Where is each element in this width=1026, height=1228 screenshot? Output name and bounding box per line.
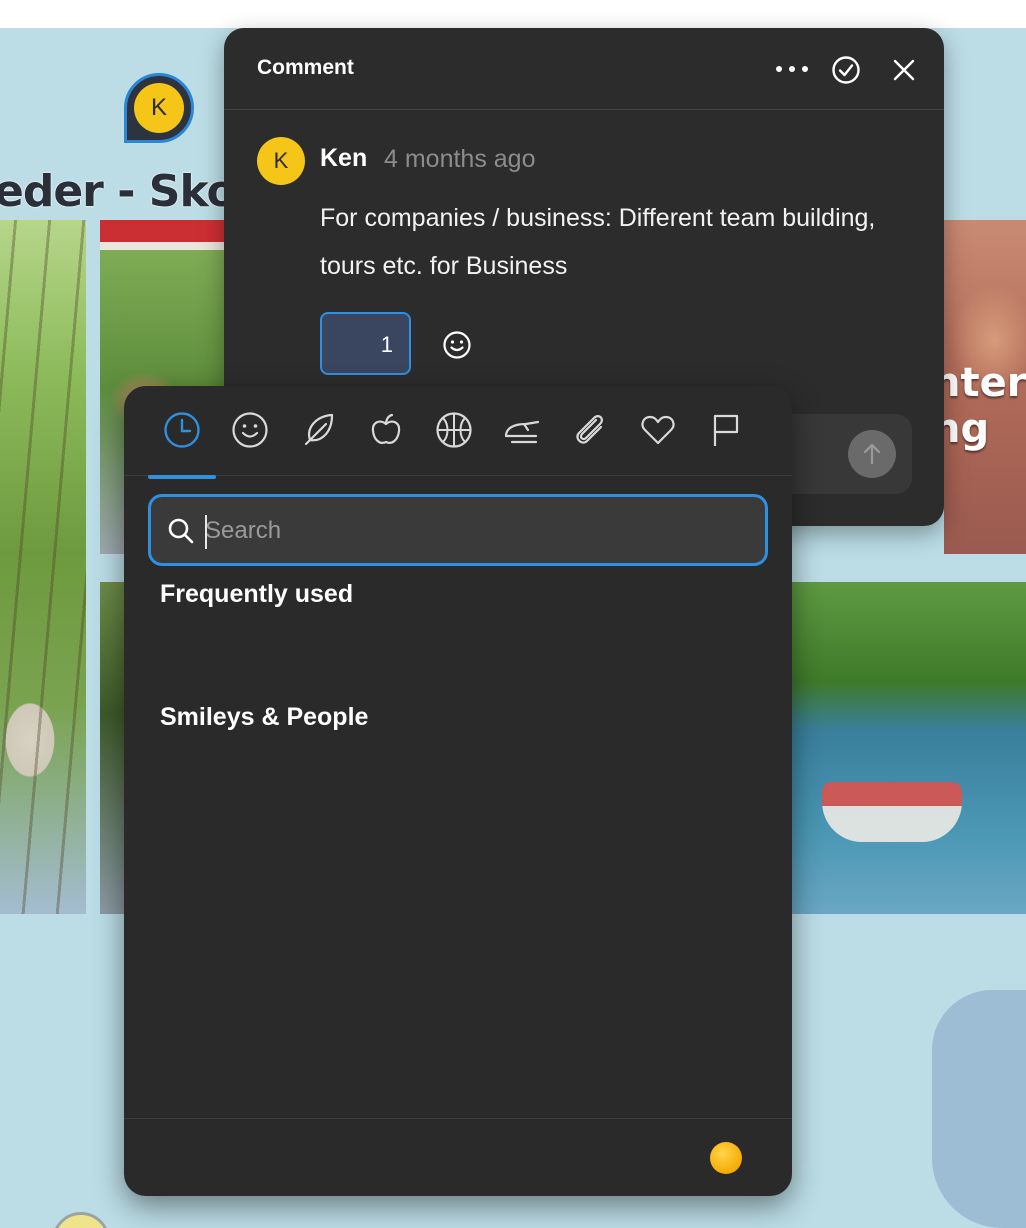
category-travel-icon[interactable] <box>502 410 542 450</box>
board-cloud-shape <box>932 990 1026 1228</box>
more-horizontal-icon[interactable] <box>772 54 812 84</box>
emoji-picker: Frequently used Smileys & People <box>124 386 792 1196</box>
board-photo-caption: nter ng <box>944 360 1026 452</box>
emoji-search-input[interactable] <box>205 511 745 551</box>
comment-pin-avatar: K <box>134 83 184 133</box>
category-food-icon[interactable] <box>366 410 406 450</box>
canoe-shape <box>822 782 962 842</box>
comment-title: Comment <box>257 56 354 79</box>
comment-body: For companies / business: Different team… <box>320 204 876 280</box>
category-objects-icon[interactable] <box>570 410 610 450</box>
section-smileys-people: Smileys & People <box>160 703 369 731</box>
text-caret <box>205 515 207 549</box>
category-flags-icon[interactable] <box>706 410 746 450</box>
board-photo-strip <box>100 582 124 914</box>
board-photo-right: nter ng <box>944 220 1026 554</box>
picker-footer-divider <box>124 1118 792 1119</box>
collaborator-avatar[interactable] <box>52 1212 110 1228</box>
smiley-icon[interactable] <box>442 330 472 360</box>
author-name: Ken <box>320 144 368 172</box>
comment-header: Comment <box>224 28 944 110</box>
comment-pin[interactable]: K <box>124 73 194 143</box>
category-activities-icon[interactable] <box>434 410 474 450</box>
active-category-indicator <box>148 475 216 479</box>
check-circle-icon[interactable] <box>831 55 861 85</box>
board-photo-forest <box>0 220 86 914</box>
author-avatar: K <box>257 137 305 185</box>
category-smileys-icon[interactable] <box>230 410 270 450</box>
reaction-chip[interactable]: 1 <box>320 312 411 375</box>
comment-timestamp: 4 months ago <box>384 145 536 173</box>
category-nature-icon[interactable] <box>298 410 338 450</box>
reaction-count: 1 <box>380 332 393 357</box>
browser-top-strip <box>0 0 1026 28</box>
search-icon <box>168 518 194 544</box>
section-frequently-used: Frequently used <box>160 580 354 608</box>
board-photo-canoe <box>792 582 1026 914</box>
category-recent-icon[interactable] <box>162 410 202 450</box>
category-symbols-icon[interactable] <box>638 410 678 450</box>
arrow-up-icon <box>863 443 881 465</box>
emoji-search[interactable] <box>148 494 768 566</box>
skin-tone-selector[interactable] <box>710 1142 742 1174</box>
emoji-category-bar <box>124 386 792 479</box>
send-button[interactable] <box>848 430 896 478</box>
close-icon[interactable] <box>890 56 918 84</box>
